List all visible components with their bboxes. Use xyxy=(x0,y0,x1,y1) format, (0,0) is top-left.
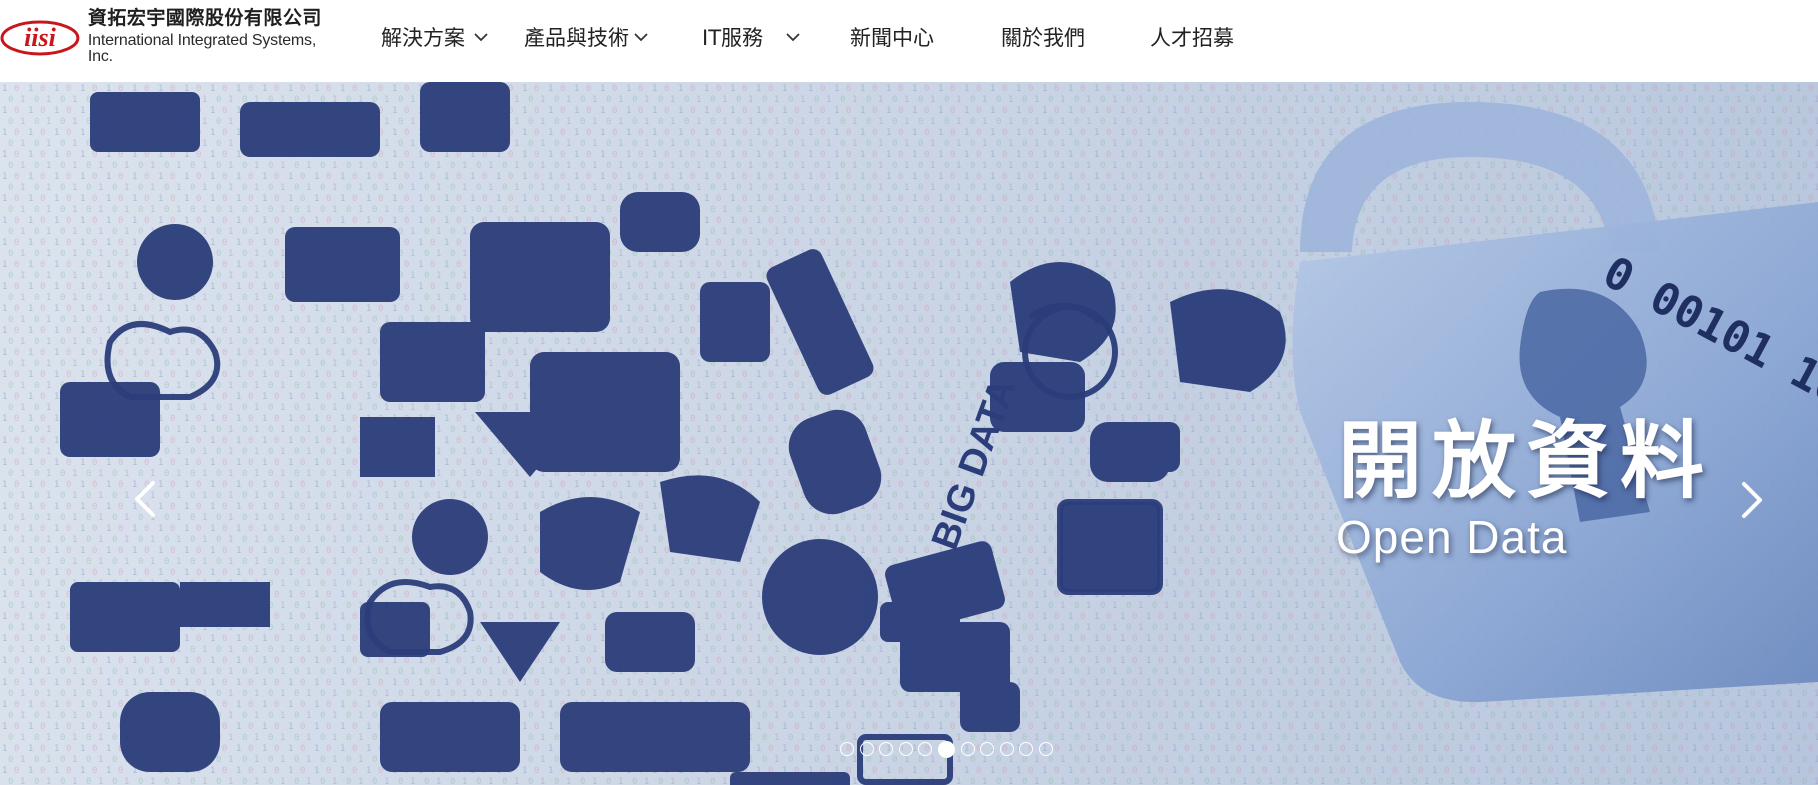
hero-carousel: 1 0 0 1 0 00101 10101 1 1 1 1 0 0 1 xyxy=(0,82,1818,785)
carousel-dot[interactable] xyxy=(859,742,874,756)
nav-item-about[interactable]: 關於我們 xyxy=(1001,22,1085,52)
nav-label: 產品與技術 xyxy=(524,26,629,50)
carousel-pagination xyxy=(840,739,1059,759)
carousel-dot[interactable] xyxy=(999,742,1014,756)
carousel-prev-button[interactable] xyxy=(125,469,165,529)
chevron-right-icon xyxy=(1742,482,1762,518)
nav-item-it-services[interactable]: IT服務 xyxy=(702,22,801,52)
carousel-dot[interactable] xyxy=(1038,742,1053,756)
chevron-down-icon xyxy=(785,29,801,45)
chevron-left-icon xyxy=(135,481,155,517)
carousel-dot[interactable] xyxy=(980,742,995,756)
main-nav: 解決方案 產品與技術 IT服務 新聞中心 關於我們 人才招募 xyxy=(0,0,1300,75)
carousel-dot[interactable] xyxy=(937,740,955,758)
carousel-dot[interactable] xyxy=(1019,742,1034,756)
carousel-next-button[interactable] xyxy=(1732,470,1772,530)
nav-item-solutions[interactable]: 解決方案 xyxy=(381,22,489,52)
nav-item-careers[interactable]: 人才招募 xyxy=(1150,22,1234,52)
nav-item-news[interactable]: 新聞中心 xyxy=(850,22,934,52)
nav-label: IT服務 xyxy=(702,26,764,50)
carousel-dot[interactable] xyxy=(840,742,854,756)
nav-label: 關於我們 xyxy=(1001,26,1085,50)
nav-label: 人才招募 xyxy=(1150,26,1234,50)
nav-item-products[interactable]: 產品與技術 xyxy=(524,22,649,52)
nav-label: 解決方案 xyxy=(381,26,465,50)
chevron-down-icon xyxy=(633,29,649,45)
hero-title: 開放資料 xyxy=(1338,412,1715,510)
site-header: iisi 資拓宏宇國際股份有限公司 International Integrat… xyxy=(0,0,1818,82)
carousel-dot[interactable] xyxy=(960,742,975,756)
chevron-down-icon xyxy=(473,29,489,45)
carousel-dot[interactable] xyxy=(879,742,894,756)
nav-label: 新聞中心 xyxy=(850,26,934,50)
carousel-dot[interactable] xyxy=(898,742,913,756)
carousel-dot[interactable] xyxy=(918,742,933,756)
hero-subtitle: Open Data xyxy=(1336,511,1568,563)
